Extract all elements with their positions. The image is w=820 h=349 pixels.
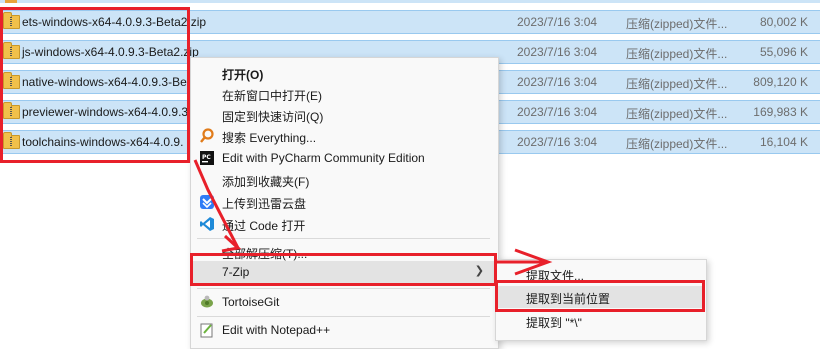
menu-item-pin-quick-access[interactable]: 固定到快速访问(Q) bbox=[191, 104, 496, 126]
menu-item-search-everything[interactable]: 搜索 Everything... bbox=[191, 125, 496, 147]
zip-folder-icon bbox=[3, 102, 20, 119]
file-size: 809,120 K bbox=[753, 75, 808, 89]
menu-item-label: 固定到快速访问(Q) bbox=[222, 110, 324, 124]
menu-item-label: 7-Zip bbox=[222, 265, 250, 279]
menu-item-open-vscode[interactable]: 通过 Code 打开 bbox=[191, 213, 496, 235]
menu-separator bbox=[197, 316, 490, 317]
menu-separator bbox=[197, 238, 490, 239]
menu-item-label: 通过 Code 打开 bbox=[222, 219, 306, 233]
submenu-item-label: 提取到 "*\" bbox=[526, 316, 582, 330]
submenu-item-label: 提取到当前位置 bbox=[526, 292, 611, 306]
zip-folder-icon bbox=[3, 12, 20, 29]
menu-item-add-favorites[interactable]: 添加到收藏夹(F) bbox=[191, 169, 496, 191]
file-type: 压缩(zipped)文件... bbox=[626, 47, 728, 61]
menu-item-edit-notepad[interactable]: Edit with Notepad++ bbox=[191, 319, 496, 341]
menu-item-label: TortoiseGit bbox=[222, 295, 280, 309]
file-name: ets-windows-x64-4.0.9.3-Beta2.zip bbox=[22, 15, 207, 29]
everything-search-icon bbox=[199, 128, 215, 144]
menu-item-edit-pycharm[interactable]: PC Edit with PyCharm Community Edition bbox=[191, 147, 496, 169]
file-name: previewer-windows-x64-4.0.9.3 bbox=[22, 105, 189, 119]
folder-icon bbox=[5, 0, 17, 3]
menu-item-label: 上传到迅雷云盘 bbox=[222, 197, 307, 211]
thunder-cloud-icon bbox=[199, 194, 215, 210]
menu-item-label: 添加到收藏夹(F) bbox=[222, 175, 310, 189]
file-name: toolchains-windows-x64-4.0.9. bbox=[22, 135, 184, 149]
submenu-item-extract-here[interactable]: 提取到当前位置 bbox=[496, 286, 704, 308]
svg-text:PC: PC bbox=[202, 154, 211, 161]
menu-item-extract-all[interactable]: 全部解压缩(T)... bbox=[191, 241, 496, 263]
menu-item-label: 在新窗口中打开(E) bbox=[222, 89, 322, 103]
zip-folder-icon bbox=[3, 72, 20, 89]
file-row[interactable]: ets-windows-x64-4.0.9.3-Beta2.zip 2023/7… bbox=[0, 10, 820, 34]
file-date: 2023/7/16 3:04 bbox=[517, 45, 598, 59]
file-date: 2023/7/16 3:04 bbox=[517, 105, 598, 119]
menu-item-open-new-window[interactable]: 在新窗口中打开(E) bbox=[191, 83, 496, 105]
menu-separator bbox=[197, 288, 490, 289]
header-strip bbox=[0, 0, 820, 3]
file-size: 80,002 K bbox=[759, 15, 808, 29]
menu-item-label: 打开(O) bbox=[222, 68, 264, 82]
submenu-item-extract-files[interactable]: 提取文件... bbox=[496, 263, 704, 285]
menu-item-label: 全部解压缩(T)... bbox=[222, 247, 308, 261]
file-size: 169,983 K bbox=[753, 105, 808, 119]
chevron-right-icon: ❯ bbox=[474, 265, 484, 277]
file-date: 2023/7/16 3:04 bbox=[517, 75, 598, 89]
submenu-item-label: 提取文件... bbox=[526, 269, 585, 283]
file-size: 55,096 K bbox=[759, 45, 808, 59]
file-date: 2023/7/16 3:04 bbox=[517, 135, 598, 149]
file-type: 压缩(zipped)文件... bbox=[626, 137, 728, 151]
context-menu: 打开(O) 在新窗口中打开(E) 固定到快速访问(Q) 搜索 Everythin… bbox=[190, 57, 499, 349]
menu-item-label: Edit with Notepad++ bbox=[222, 323, 331, 337]
file-type: 压缩(zipped)文件... bbox=[626, 17, 728, 31]
file-type: 压缩(zipped)文件... bbox=[626, 107, 728, 121]
pycharm-icon: PC bbox=[199, 150, 215, 166]
menu-item-tortoisegit[interactable]: TortoiseGit bbox=[191, 291, 496, 313]
file-size: 16,104 K bbox=[759, 135, 808, 149]
file-type: 压缩(zipped)文件... bbox=[626, 77, 728, 91]
menu-item-label: Edit with PyCharm Community Edition bbox=[222, 151, 425, 165]
zip-folder-icon bbox=[3, 42, 20, 59]
notepadpp-icon bbox=[199, 322, 215, 338]
file-date: 2023/7/16 3:04 bbox=[517, 15, 598, 29]
zip-folder-icon bbox=[3, 132, 20, 149]
menu-item-open[interactable]: 打开(O) bbox=[191, 62, 496, 84]
menu-item-7zip[interactable]: 7-Zip ❯ bbox=[191, 261, 496, 283]
file-name: js-windows-x64-4.0.9.3-Beta2.zip bbox=[22, 45, 199, 59]
tortoisegit-icon bbox=[199, 294, 215, 310]
menu-item-label: 搜索 Everything... bbox=[222, 131, 317, 145]
menu-item-upload-thunder[interactable]: 上传到迅雷云盘 bbox=[191, 191, 496, 213]
vscode-icon bbox=[199, 216, 215, 232]
file-name: native-windows-x64-4.0.9.3-Be bbox=[22, 75, 187, 89]
